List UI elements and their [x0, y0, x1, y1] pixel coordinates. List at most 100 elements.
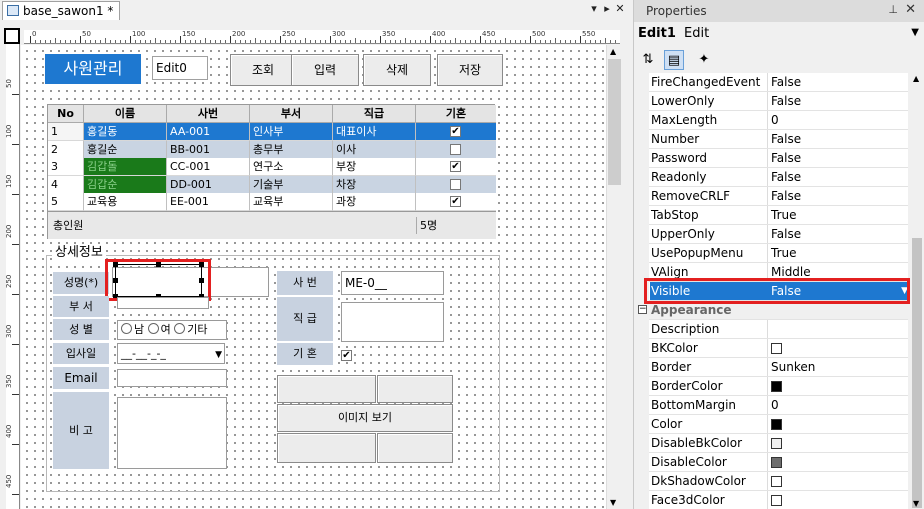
grid-cell-rank[interactable]: 부장 [333, 158, 416, 177]
insert-button[interactable]: 입력 [291, 54, 359, 86]
property-row[interactable]: BorderColor [636, 377, 908, 396]
close-panel-icon[interactable]: ✕ [905, 2, 916, 17]
sort-categorized-icon[interactable]: ▤ [664, 50, 684, 70]
grid-cell-id[interactable]: AA-001 [167, 123, 250, 141]
radio-male-icon[interactable] [121, 323, 132, 334]
grid-cell-married[interactable]: ✔ [416, 193, 496, 212]
property-row[interactable]: TabStop True [636, 206, 908, 225]
color-swatch[interactable] [771, 438, 782, 449]
property-value[interactable]: False [767, 168, 908, 186]
color-swatch[interactable] [771, 419, 782, 430]
grid-cell-married[interactable]: ✔ [416, 158, 496, 177]
property-row[interactable]: Number False [636, 130, 908, 149]
gender-radio-group[interactable]: 남 여 기타 [117, 320, 227, 340]
grid-cell-name[interactable]: 김갑순 [84, 175, 167, 194]
grid-cell-name[interactable]: 김갑돌 [84, 158, 167, 177]
grid-cell-married[interactable]: ✔ [416, 123, 496, 141]
grid-cell-no[interactable]: 5 [48, 193, 84, 212]
grid-cell-name[interactable]: 홍길동 [84, 123, 167, 141]
property-value[interactable] [767, 434, 908, 452]
edit0-field[interactable]: Edit0 [152, 56, 208, 80]
save-button[interactable]: 저장 [437, 54, 503, 86]
married-checkbox-icon[interactable] [450, 143, 461, 155]
property-value[interactable]: False [767, 149, 908, 167]
grid-cell-dept[interactable]: 총무부 [250, 140, 333, 159]
grid-cell-no[interactable]: 4 [48, 175, 84, 194]
property-row[interactable]: DisableColor [636, 453, 908, 472]
grid-cell-no[interactable]: 1 [48, 123, 84, 141]
grid-cell-name[interactable]: 홍길순 [84, 140, 167, 159]
color-swatch[interactable] [771, 381, 782, 392]
events-icon[interactable]: ✦ [694, 50, 714, 70]
married-checkbox-icon[interactable]: ✔ [450, 126, 461, 137]
property-value[interactable]: False [767, 92, 908, 110]
property-row[interactable]: Border Sunken [636, 358, 908, 377]
employee-grid[interactable]: No 이름 사번 부서 직급 기혼 총인원 5명 1 홍길동 AA-001 인사부 대표… [47, 104, 496, 239]
grid-cell-id[interactable]: DD-001 [167, 175, 250, 194]
designer-vertical-scrollbar[interactable]: ▲ ▼ [606, 45, 622, 509]
image-button-bottom-left[interactable] [277, 433, 376, 463]
property-row[interactable]: DisableBkColor [636, 434, 908, 453]
property-value[interactable] [767, 320, 908, 338]
property-value[interactable]: True [767, 206, 908, 224]
color-swatch[interactable] [771, 343, 782, 354]
scrollbar-thumb[interactable] [608, 59, 621, 185]
property-value[interactable] [767, 453, 908, 471]
tab-list-dropdown-icon[interactable]: ▾ [588, 2, 600, 16]
property-value[interactable] [767, 491, 908, 509]
prop-scrollbar-thumb[interactable] [912, 238, 922, 508]
scroll-down-icon[interactable]: ▼ [610, 498, 616, 507]
grid-cell-id[interactable]: BB-001 [167, 140, 250, 159]
property-row[interactable]: UpperOnly False [636, 225, 908, 244]
married-checkbox-icon[interactable]: ✔ [450, 161, 461, 173]
grid-cell-married[interactable] [416, 140, 496, 159]
close-document-icon[interactable]: ✕ [614, 2, 626, 16]
document-tab[interactable]: base_sawon1 * [2, 1, 121, 20]
property-row[interactable]: Color [636, 415, 908, 434]
radio-female-icon[interactable] [147, 323, 159, 334]
delete-button[interactable]: 삭제 [363, 54, 431, 86]
grid-cell-id[interactable]: EE-001 [167, 193, 250, 212]
chevron-down-icon[interactable]: ▼ [911, 27, 919, 38]
married-checkbox-icon[interactable] [450, 178, 461, 190]
grid-cell-rank[interactable]: 대표이사 [333, 123, 416, 141]
property-value[interactable]: False [767, 73, 908, 91]
grid-cell-name[interactable]: 교육용 [84, 193, 167, 212]
property-row[interactable]: UsePopupMenu True [636, 244, 908, 263]
property-value[interactable]: False [767, 130, 908, 148]
collapse-icon[interactable]: − [638, 305, 647, 314]
grid-cell-rank[interactable]: 차장 [333, 175, 416, 194]
property-row[interactable]: Description [636, 320, 908, 339]
image-button-bottom-right[interactable] [377, 433, 453, 463]
prop-scroll-up-icon[interactable]: ▲ [913, 74, 919, 83]
hiredate-field[interactable]: __-__-_-_ ▼ [117, 343, 225, 364]
calendar-dropdown-icon[interactable]: ▼ [215, 346, 222, 365]
grid-cell-dept[interactable]: 교육부 [250, 193, 333, 212]
property-value[interactable]: True [767, 244, 908, 262]
property-row[interactable]: DkShadowColor [636, 472, 908, 491]
grid-cell-no[interactable]: 2 [48, 140, 84, 159]
search-button[interactable]: 조회 [230, 54, 296, 86]
property-value[interactable] [767, 377, 908, 395]
property-row[interactable]: Readonly False [636, 168, 908, 187]
color-swatch[interactable] [771, 457, 782, 468]
prop-scroll-down-icon[interactable]: ▼ [913, 499, 919, 508]
property-row[interactable]: BottomMargin 0 [636, 396, 908, 415]
property-row[interactable]: RemoveCRLF False [636, 187, 908, 206]
property-value[interactable] [767, 472, 908, 490]
radio-other-icon[interactable] [174, 323, 186, 334]
property-value[interactable]: False [767, 187, 908, 205]
married-checkbox-icon[interactable]: ✔ [450, 196, 461, 208]
property-row[interactable]: MaxLength 0 [636, 111, 908, 130]
scroll-up-icon[interactable]: ▲ [610, 47, 616, 56]
grid-cell-no[interactable]: 3 [48, 158, 84, 177]
property-value[interactable]: False [767, 225, 908, 243]
view-image-button[interactable]: 이미지 보기 [277, 404, 453, 432]
color-swatch[interactable] [771, 495, 782, 506]
property-row[interactable]: Password False [636, 149, 908, 168]
property-value[interactable]: 0 [767, 396, 908, 414]
grid-cell-dept[interactable]: 연구소 [250, 158, 333, 177]
grid-cell-dept[interactable]: 기술부 [250, 175, 333, 194]
grid-cell-dept[interactable]: 인사부 [250, 123, 333, 141]
married-checkbox[interactable]: ✔ [341, 350, 352, 361]
